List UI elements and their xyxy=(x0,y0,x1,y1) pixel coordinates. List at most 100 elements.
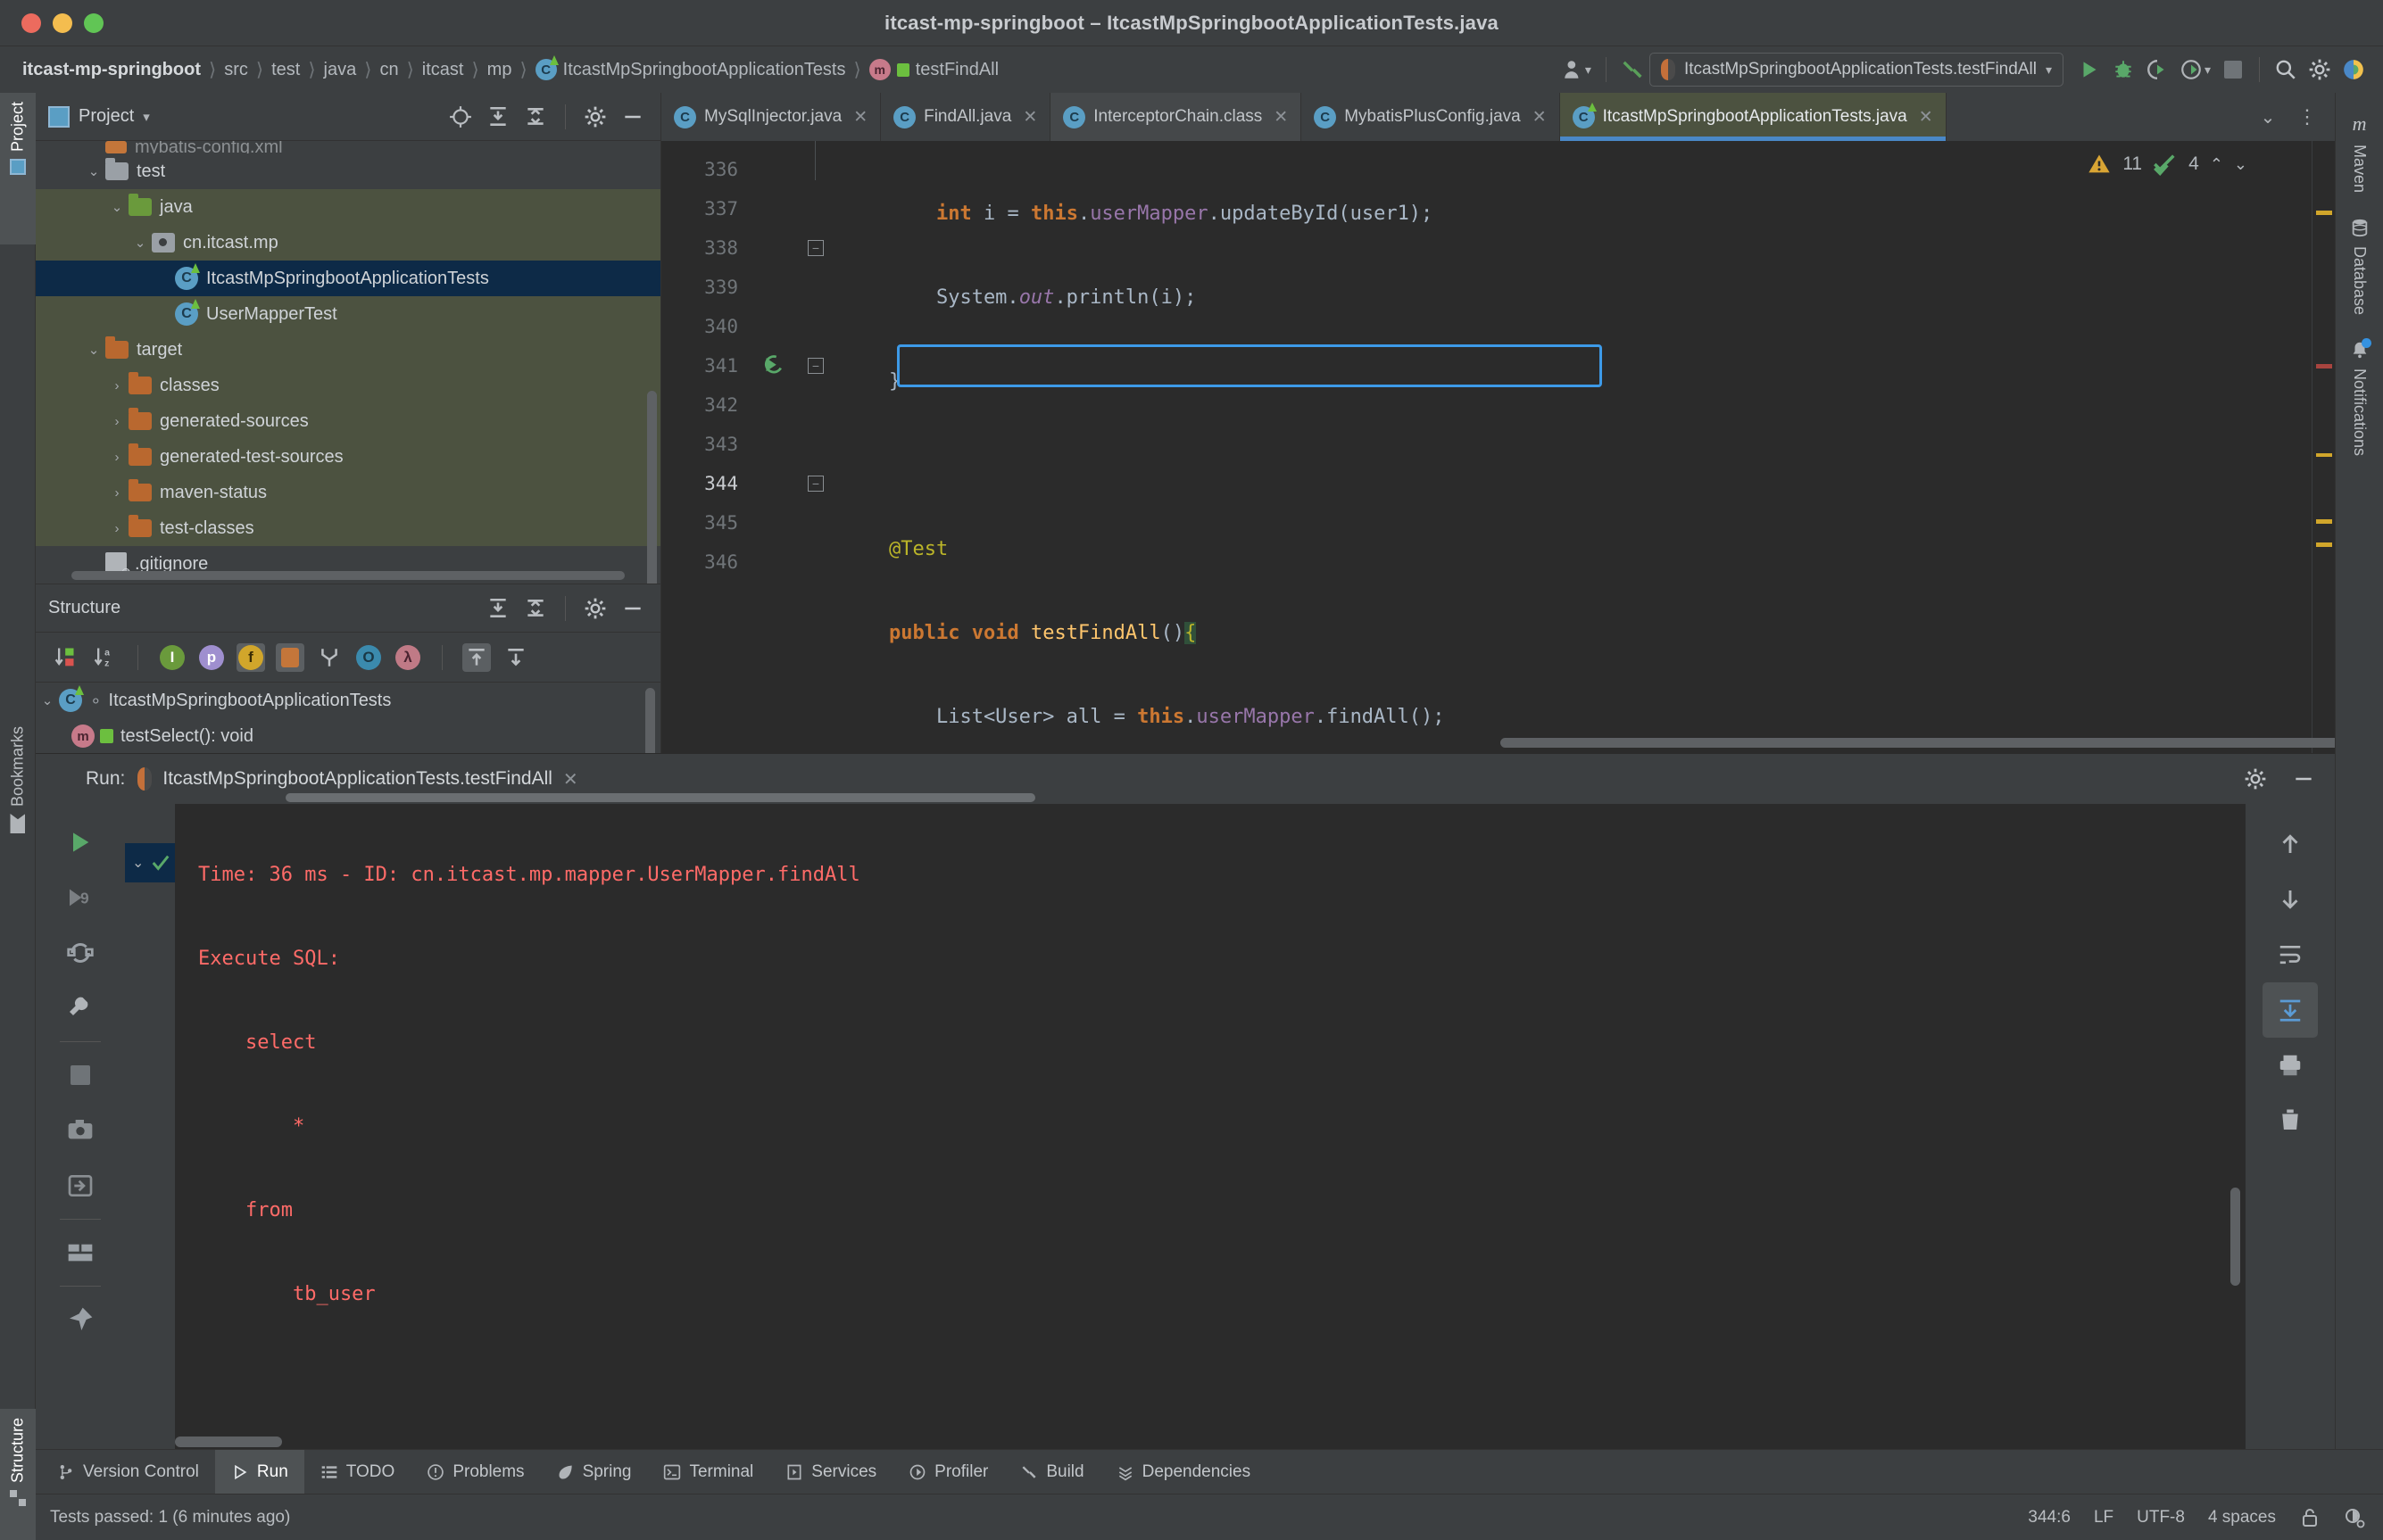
chevron-down-icon[interactable]: ⌄ xyxy=(2234,155,2247,174)
bottom-tab-version-control[interactable]: Version Control xyxy=(41,1450,215,1494)
fold-marker[interactable]: − xyxy=(795,464,836,503)
scroll-to-end-icon[interactable] xyxy=(2263,982,2318,1038)
bottom-tab-problems[interactable]: Problems xyxy=(411,1450,540,1494)
chevron-right-icon[interactable]: › xyxy=(105,378,129,393)
status-message[interactable]: Tests passed: 1 (6 minutes ago) xyxy=(50,1508,290,1528)
project-tree-horizontal-scrollbar[interactable] xyxy=(71,571,643,580)
tree-row-maven-status[interactable]: › maven-status xyxy=(36,475,660,510)
bottom-tab-build[interactable]: Build xyxy=(1004,1450,1100,1494)
layout-icon[interactable] xyxy=(53,1225,108,1280)
test-settings-icon[interactable] xyxy=(53,981,108,1036)
breadcrumb-item-method[interactable]: m testFindAll xyxy=(863,59,1005,80)
gear-icon[interactable] xyxy=(578,592,612,625)
tab-mybatisplusconfig[interactable]: C MybatisPlusConfig.java ✕ xyxy=(1301,93,1559,141)
tree-row-java[interactable]: ⌄ java xyxy=(36,189,660,225)
more-options-icon[interactable]: ⋮ xyxy=(2290,100,2324,134)
chevron-up-icon[interactable]: ⌃ xyxy=(2210,155,2223,174)
debug-icon[interactable] xyxy=(2106,53,2140,87)
expand-all-icon[interactable] xyxy=(481,592,515,625)
bottom-tab-spring[interactable]: Spring xyxy=(541,1450,648,1494)
breadcrumb-item-java[interactable]: java xyxy=(318,60,363,80)
breadcrumb-item-src[interactable]: src xyxy=(218,60,254,80)
project-tree[interactable]: mybatis-config.xml ⌄ test ⌄ xyxy=(36,141,660,584)
test-tree-selected-node[interactable]: ⌄ xyxy=(125,843,175,882)
line-separator[interactable]: LF xyxy=(2094,1508,2113,1528)
sort-by-visibility-icon[interactable] xyxy=(50,643,79,672)
chevron-right-icon[interactable]: › xyxy=(105,521,129,536)
chevron-down-icon[interactable]: ⌄ xyxy=(105,199,129,215)
code-line-340[interactable]: @Test xyxy=(836,530,2312,569)
chevron-down-icon[interactable]: ⌄ xyxy=(36,692,59,708)
sidebar-item-notifications[interactable]: Notifications xyxy=(2350,327,2370,468)
bottom-tab-services[interactable]: Services xyxy=(769,1450,893,1494)
gear-icon[interactable] xyxy=(2238,762,2272,796)
chevron-down-icon[interactable]: ⌄ xyxy=(82,163,105,179)
file-encoding[interactable]: UTF-8 xyxy=(2137,1508,2185,1528)
show-lambdas-icon[interactable]: λ xyxy=(394,643,422,672)
chevron-right-icon[interactable]: › xyxy=(105,414,129,429)
scroll-down-icon[interactable] xyxy=(2263,872,2318,927)
code-folding-gutter[interactable]: − − − xyxy=(795,141,836,753)
profiler-icon[interactable] xyxy=(2174,53,2208,87)
bottom-tab-todo[interactable]: TODO xyxy=(304,1450,411,1494)
code-line-336[interactable]: int i = this.userMapper.updateById(user1… xyxy=(836,195,2312,234)
group-by-type-icon[interactable] xyxy=(315,643,344,672)
run-console-output[interactable]: Time: 36 ms - ID: cn.itcast.mp.mapper.Us… xyxy=(175,804,2246,1449)
locate-icon[interactable] xyxy=(444,100,477,134)
breadcrumb-item-class[interactable]: C ItcastMpSpringbootApplicationTests xyxy=(529,59,852,80)
sidebar-item-maven[interactable]: m Maven xyxy=(2350,100,2369,205)
tree-row-package[interactable]: ⌄ cn.itcast.mp xyxy=(36,225,660,261)
tree-row-test-classes[interactable]: › test-classes xyxy=(36,510,660,546)
structure-row-method[interactable]: m testSelect(): void xyxy=(36,718,660,753)
minimize-icon[interactable] xyxy=(616,592,650,625)
breadcrumb-item-cn[interactable]: cn xyxy=(373,60,404,80)
run-configuration-selector[interactable]: ItcastMpSpringbootApplicationTests.testF… xyxy=(1649,53,2063,87)
show-fields-icon[interactable]: f xyxy=(237,643,265,672)
code-line-339[interactable] xyxy=(836,446,2312,485)
clear-all-icon[interactable] xyxy=(2263,1093,2318,1148)
collapse-all-icon[interactable] xyxy=(519,592,552,625)
inspection-widget[interactable]: 11 4 ⌃ ⌄ xyxy=(2087,152,2247,177)
console-horizontal-scrollbar[interactable] xyxy=(175,1437,282,1447)
collapse-all-icon[interactable] xyxy=(519,100,552,134)
stop-icon[interactable] xyxy=(53,1047,108,1103)
project-tree-vertical-scrollbar[interactable] xyxy=(647,391,657,584)
rerun-icon[interactable] xyxy=(53,815,108,870)
chevron-down-icon[interactable]: ▾ xyxy=(2046,62,2052,78)
show-interfaces-icon[interactable]: O xyxy=(354,643,383,672)
tree-row-classes[interactable]: › classes xyxy=(36,368,660,403)
minimize-icon[interactable] xyxy=(616,100,650,134)
sidebar-item-database[interactable]: Database xyxy=(2350,205,2370,327)
error-stripe-markers[interactable] xyxy=(2312,141,2335,753)
code-text[interactable]: int i = this.userMapper.updateById(user1… xyxy=(836,141,2312,753)
chevron-down-icon[interactable]: ⌄ xyxy=(132,854,144,872)
gear-icon[interactable] xyxy=(2303,53,2337,87)
print-icon[interactable] xyxy=(2263,1038,2318,1093)
code-line-337[interactable]: System.out.println(i); xyxy=(836,278,2312,318)
tree-row-selected-test-class[interactable]: C ItcastMpSpringbootApplicationTests xyxy=(36,261,660,296)
tree-row-generated-test-sources[interactable]: › generated-test-sources xyxy=(36,439,660,475)
show-inherited-icon[interactable]: I xyxy=(158,643,187,672)
run-tab[interactable]: ItcastMpSpringbootApplicationTests.testF… xyxy=(137,767,577,791)
unlocked-icon[interactable] xyxy=(2299,1507,2321,1528)
run-with-coverage-icon[interactable] xyxy=(2140,53,2174,87)
scroll-up-icon[interactable] xyxy=(2263,816,2318,872)
pin-tab-icon[interactable] xyxy=(53,1292,108,1347)
close-icon[interactable]: ✕ xyxy=(563,768,578,791)
tab-interceptorchain[interactable]: C InterceptorChain.class ✕ xyxy=(1050,93,1301,141)
fold-marker[interactable]: − xyxy=(795,228,836,268)
breadcrumb-item-itcast[interactable]: itcast xyxy=(416,60,470,80)
tree-row-mybatis-config[interactable]: mybatis-config.xml xyxy=(36,141,660,153)
tree-row-target[interactable]: ⌄ target xyxy=(36,332,660,368)
chevron-down-icon[interactable]: ⌄ xyxy=(82,342,105,358)
dump-threads-icon[interactable] xyxy=(53,1103,108,1158)
bottom-tab-dependencies[interactable]: Dependencies xyxy=(1100,1450,1266,1494)
rerun-failed-tests-icon[interactable]: 9 xyxy=(53,870,108,925)
inspection-profile-icon[interactable] xyxy=(2344,1507,2365,1528)
close-icon[interactable]: ✕ xyxy=(1023,107,1037,128)
editor-horizontal-scrollbar[interactable] xyxy=(1500,738,2335,748)
scroll-from-source-icon[interactable] xyxy=(462,643,491,672)
console-vertical-scrollbar[interactable] xyxy=(2230,1188,2240,1286)
toggle-auto-test-icon[interactable] xyxy=(53,925,108,981)
close-icon[interactable]: ✕ xyxy=(853,107,868,128)
